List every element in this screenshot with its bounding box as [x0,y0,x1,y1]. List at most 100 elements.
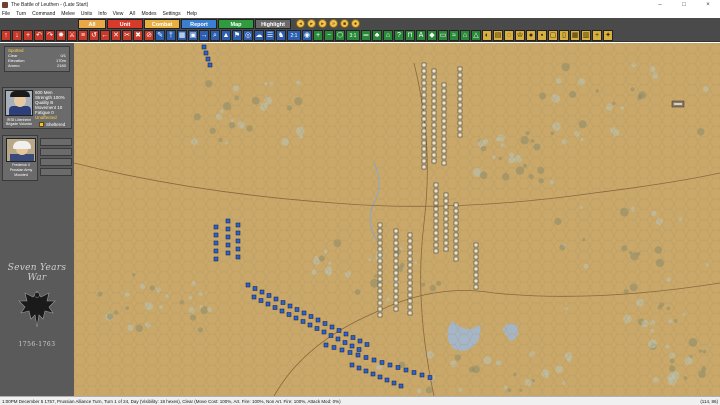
options-icon[interactable]: ✦ [603,29,613,41]
group-icon[interactable]: ▣ [188,29,198,41]
menu-info[interactable]: Info [98,10,106,18]
mode-all-button[interactable]: All [78,18,106,29]
mode-unit-button[interactable]: Unit [107,18,143,29]
menu-ai[interactable]: A/I [129,10,135,18]
fire-icon[interactable]: ✸ [56,29,66,41]
minimize-button[interactable]: – [648,0,672,10]
move-down-icon[interactable]: ↓ [12,29,22,41]
leader-slot[interactable] [40,158,72,166]
mode-combat-button[interactable]: Combat [144,18,180,29]
forest-icon[interactable]: ♣ [372,29,382,41]
move-up-icon[interactable]: ↑ [1,29,11,41]
prussian-unit-counter [225,226,231,232]
prussian-unit-counter [387,362,393,368]
hills-icon[interactable]: ⌂ [383,29,393,41]
flag-icon[interactable]: ⚑ [232,29,242,41]
prussian-unit-counter [370,371,376,377]
grid-icon[interactable]: ▦ [177,29,187,41]
info-icon[interactable]: ? [394,29,404,41]
end-turn-icon[interactable]: ■ [340,19,349,28]
prussian-unit-counter [398,383,404,389]
undo-icon[interactable]: ↺ [89,29,99,41]
first-turn-icon[interactable]: ◂ [296,19,305,28]
show-all-icon[interactable]: ◐ [482,29,492,41]
melee-icon[interactable]: ✖ [133,29,143,41]
ratio-3-1-button[interactable]: 3:1 [346,29,360,41]
objective-icon[interactable]: ◆ [427,29,437,41]
mode-highlight-button[interactable]: Highlight [255,18,291,29]
leader-slot[interactable] [40,148,72,156]
stop-icon[interactable]: ● [351,19,360,28]
bridge-icon[interactable]: ⊓ [405,29,415,41]
austrian-unit-counter [457,114,463,120]
artillery-icon[interactable]: ● [526,29,536,41]
supply-icon[interactable]: ▪ [537,29,547,41]
battle-map[interactable] [74,43,720,396]
play-icon[interactable]: ▸ [307,19,316,28]
labels-icon[interactable]: A [416,29,426,41]
pin-icon[interactable]: † [166,29,176,41]
menu-turn[interactable]: Turn [16,10,26,18]
counter-icon[interactable]: ▭ [438,29,448,41]
road-icon[interactable]: ═ [361,29,371,41]
menu-command[interactable]: Command [32,10,55,18]
menu-file[interactable]: File [2,10,10,18]
cavalry-icon[interactable]: ♞ [276,29,286,41]
cross-icon[interactable]: ✕ [111,29,121,41]
map-canvas[interactable] [74,43,720,396]
unit-portrait [5,90,33,116]
zoom-icon[interactable]: ◎ [243,29,253,41]
rotate-right-icon[interactable]: ↷ [45,29,55,41]
add-icon[interactable]: + [313,29,323,41]
menu-help[interactable]: Help [187,10,197,18]
leader-slot[interactable] [40,138,72,146]
mode-map-button[interactable]: Map [218,18,254,29]
rotate-left-icon[interactable]: ↶ [34,29,44,41]
remove-icon[interactable]: − [324,29,334,41]
hex-grid-icon[interactable]: ⬡ [335,29,345,41]
find-icon[interactable]: ⌕ [210,29,220,41]
formation-icon[interactable]: ≡ [78,29,88,41]
menu-units[interactable]: Units [81,10,92,18]
unit-list-icon[interactable]: ▥ [581,29,591,41]
charge-icon[interactable]: ⚔ [67,29,77,41]
menu-modes[interactable]: Modes [142,10,157,18]
stack-icon[interactable]: ▤ [493,29,503,41]
austrian-unit-counter [433,188,439,194]
austrian-unit-counter [377,306,383,312]
cancel-icon[interactable]: ⊘ [144,29,154,41]
fast-forward-icon[interactable]: » [329,19,338,28]
edit-icon[interactable]: ✎ [155,29,165,41]
document-icon[interactable]: ▯ [559,29,569,41]
austrian-unit-counter [431,98,437,104]
leader-slot[interactable] [40,168,72,176]
menu-view[interactable]: View [113,10,124,18]
close-button[interactable]: × [696,0,720,10]
maximize-button[interactable]: □ [672,0,696,10]
terrain-icon[interactable]: ▲ [221,29,231,41]
target-icon[interactable]: ◉ [302,29,312,41]
prussian-unit-counter [235,222,241,228]
selected-unit-card[interactable]: 600 Men Strength 100% Quality B Movement… [2,87,72,129]
fade-icon[interactable]: ◌ [504,29,514,41]
leader-card[interactable]: Frederick II Prussian Army Mounted [2,135,38,181]
mode-report-button[interactable]: Report [181,18,217,29]
ratio-2-1-button[interactable]: 2:1 [287,29,301,41]
menu-settings[interactable]: Settings [163,10,181,18]
austrian-unit-counter [393,276,399,282]
town-icon[interactable]: ⌂ [460,29,470,41]
scissors-icon[interactable]: ✂ [122,29,132,41]
plus-icon[interactable]: + [592,29,602,41]
river-icon[interactable]: ≈ [449,29,459,41]
add-unit-icon[interactable]: + [23,29,33,41]
forward-icon[interactable]: → [199,29,209,41]
elevation-icon[interactable]: △ [471,29,481,41]
screen-icon[interactable]: ▢ [548,29,558,41]
back-icon[interactable]: ← [100,29,110,41]
map-icon[interactable]: ▦ [570,29,580,41]
leader-icon[interactable]: ♔ [515,29,525,41]
weather-icon[interactable]: ☁ [254,29,264,41]
list-icon[interactable]: ☰ [265,29,275,41]
next-icon[interactable]: ▸ [318,19,327,28]
menu-melee[interactable]: Melee [61,10,75,18]
